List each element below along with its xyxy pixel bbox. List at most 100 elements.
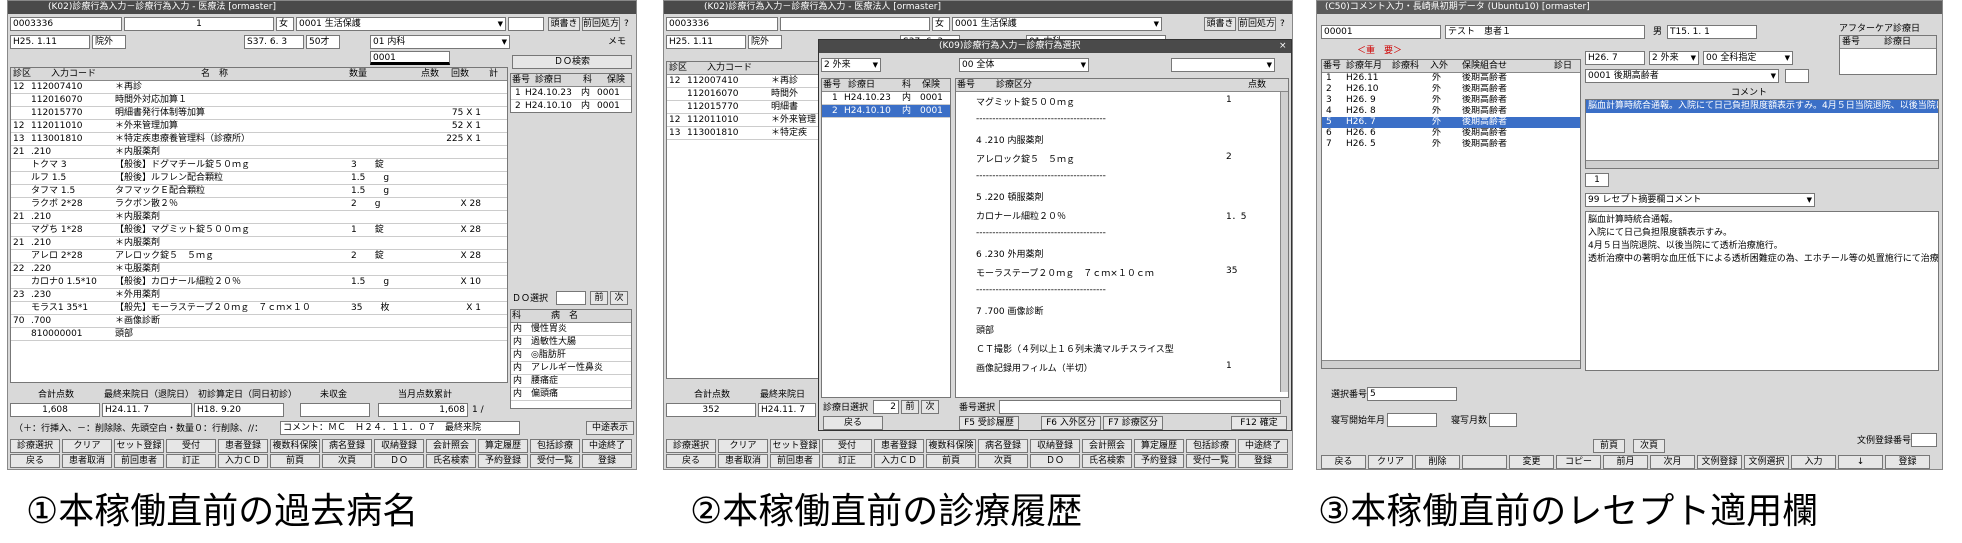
function-key-button[interactable]: 受付一覧: [1186, 454, 1236, 468]
table-row[interactable]: 22.220 ＊屯服薬剤: [11, 263, 507, 276]
insurance-extra-field[interactable]: [1785, 69, 1809, 83]
next-page-button[interactable]: 次頁: [1633, 439, 1665, 453]
prev-button[interactable]: 前: [590, 291, 608, 305]
f6-inout-button[interactable]: F6 入外区分: [1041, 416, 1101, 430]
inout-select[interactable]: 2 外来: [1649, 51, 1699, 65]
function-key-button[interactable]: 次月: [1650, 455, 1695, 469]
function-key-button[interactable]: クリア: [62, 439, 112, 453]
table-row[interactable]: 112016070 時間外: [667, 88, 825, 101]
function-key-button[interactable]: 複数科保険: [926, 439, 976, 453]
function-key-button[interactable]: 算定履歴: [1134, 439, 1184, 453]
function-key-button[interactable]: 予約登録: [478, 454, 528, 468]
function-key-button[interactable]: クリア: [718, 439, 768, 453]
insurance-select[interactable]: 0001 生活保護: [952, 17, 1162, 31]
help-icon[interactable]: ?: [624, 18, 629, 30]
midway-display-button[interactable]: 中途表示: [586, 421, 634, 435]
next-button[interactable]: 次: [610, 291, 628, 305]
function-key-button[interactable]: 患者取消: [718, 454, 768, 468]
inout-field[interactable]: 院外: [748, 35, 782, 49]
function-key-button[interactable]: 削除: [1415, 455, 1460, 469]
claim-row[interactable]: 7 H26. 5 外 後期高齢者: [1322, 139, 1580, 150]
function-key-button[interactable]: 文例登録: [1697, 455, 1742, 469]
patient-id-field[interactable]: 0003336: [666, 17, 778, 31]
help-icon[interactable]: ?: [1280, 18, 1285, 30]
claim-row[interactable]: 1 H26.11 外 後期高齢者: [1322, 73, 1580, 84]
function-key-button[interactable]: 病名登録: [978, 439, 1028, 453]
function-key-button[interactable]: 中途終了: [1238, 439, 1288, 453]
function-key-button[interactable]: 戻る: [10, 454, 60, 468]
function-key-button[interactable]: 予約登録: [1134, 454, 1184, 468]
claim-row[interactable]: 5 H26. 7 外 後期高齢者: [1322, 117, 1580, 128]
date-field[interactable]: H25. 1.11: [10, 35, 90, 49]
memo-label[interactable]: メモ: [608, 36, 626, 48]
table-row[interactable]: 21.210 ＊内服薬剤: [11, 237, 507, 250]
table-row[interactable]: ラクボ 2*28 ラクボン散２％ 2 gX 28: [11, 198, 507, 211]
horizontal-scrollbar[interactable]: [1322, 360, 1580, 368]
prev-prescription-button[interactable]: 前回処方: [1238, 17, 1276, 31]
function-key-button[interactable]: 登録: [1238, 454, 1288, 468]
dept-select[interactable]: 00 全科指定: [1703, 51, 1793, 65]
do-select-field[interactable]: [556, 291, 586, 305]
function-key-button[interactable]: 登録: [582, 454, 632, 468]
function-key-button[interactable]: 患者取消: [62, 454, 112, 468]
insurance-select[interactable]: 0001 生活保護: [296, 17, 506, 31]
function-key-button[interactable]: 次頁: [978, 454, 1028, 468]
function-key-button[interactable]: 訂正: [166, 454, 216, 468]
headwrite-button[interactable]: 頭書き: [1204, 17, 1236, 31]
function-key-button[interactable]: 病名登録: [322, 439, 372, 453]
function-key-button[interactable]: セット登録: [114, 439, 164, 453]
table-row[interactable]: 112015770 明細書: [667, 101, 825, 114]
function-key-button[interactable]: [1462, 455, 1507, 469]
table-row[interactable]: アレロ 2*28 アレロック錠５ ５ｍｇ 2 錠X 28: [11, 250, 507, 263]
close-icon[interactable]: ×: [1279, 40, 1287, 52]
visit-row[interactable]: 2 H24.10.10 内 0001: [822, 105, 950, 118]
table-row[interactable]: 21.210 ＊内服薬剤: [11, 146, 507, 159]
horizontal-scrollbar[interactable]: [1586, 160, 1938, 168]
function-key-button[interactable]: 診療選択: [10, 439, 60, 453]
function-key-button[interactable]: 受付: [822, 439, 872, 453]
table-row[interactable]: ルフ 1.5 【般後】ルフレン配合顆粒 1.5 g: [11, 172, 507, 185]
function-key-button[interactable]: ＤＯ: [374, 454, 424, 468]
table-row[interactable]: 12 112011010 ＊外来管理: [667, 114, 825, 127]
category-select[interactable]: 00 全体: [959, 58, 1089, 72]
function-key-button[interactable]: 前月: [1603, 455, 1648, 469]
function-key-button[interactable]: 前回患者: [114, 454, 164, 468]
claim-row[interactable]: 2 H26.10 外 後期高齢者: [1322, 84, 1580, 95]
scrollbar[interactable]: [1280, 92, 1288, 392]
function-key-button[interactable]: 会計照会: [1082, 439, 1132, 453]
function-key-button[interactable]: 受付: [166, 439, 216, 453]
table-row[interactable]: 12 112011010 ＊外来管理加算 52 X 1: [11, 120, 507, 133]
start-month-field[interactable]: [1387, 413, 1437, 427]
month-count-field[interactable]: [1489, 413, 1517, 427]
disease-row[interactable]: 内 ◎脂肪肝: [511, 349, 631, 362]
function-key-button[interactable]: 包括診療: [1186, 439, 1236, 453]
f12-confirm-button[interactable]: F12 確定: [1231, 416, 1287, 430]
function-key-button[interactable]: ↓: [1838, 455, 1883, 469]
patient-id-field[interactable]: 0003336: [10, 17, 122, 31]
back-button[interactable]: 戻る: [823, 416, 883, 430]
table-row[interactable]: 112016070 時間外対応加算１: [11, 94, 507, 107]
function-key-button[interactable]: 会計照会: [426, 439, 476, 453]
function-key-button[interactable]: 変更: [1509, 455, 1554, 469]
table-row[interactable]: 70.700 ＊画像診断: [11, 315, 507, 328]
table-row[interactable]: モラス1 35*1 【般先】モーラステープ２０ｍｇ ７ｃｍ×１０ 35 枚X 1: [11, 302, 507, 315]
function-key-button[interactable]: 次頁: [322, 454, 372, 468]
function-key-button[interactable]: 算定履歴: [478, 439, 528, 453]
comment-editor[interactable]: 脳血計算時統合通報。 入院にて日己負担限度額表示すみ。 4月５日当院退院、以後当院に…: [1585, 211, 1939, 371]
function-key-button[interactable]: 入力: [1791, 455, 1836, 469]
disease-row[interactable]: 内慢性胃炎: [511, 323, 631, 336]
comment-kind-select[interactable]: 99 レセプト摘要欄コメント: [1585, 193, 1815, 207]
line-number-field[interactable]: 1: [1585, 173, 1609, 187]
date-select-field[interactable]: 2: [873, 400, 899, 414]
dept-select[interactable]: 01 内科: [370, 35, 510, 49]
table-row[interactable]: 13 113001810 ＊特定疾患療養管理料（診療所） 225 X 1: [11, 133, 507, 146]
disease-row[interactable]: 内過敏性大腸: [511, 336, 631, 349]
prev-prescription-button[interactable]: 前回処方: [582, 17, 620, 31]
function-key-button[interactable]: 受付一覧: [530, 454, 580, 468]
function-key-button[interactable]: 前頁: [270, 454, 320, 468]
patient-no-field[interactable]: 1: [124, 17, 274, 31]
function-key-button[interactable]: セット登録: [770, 439, 820, 453]
table-row[interactable]: 12 112007410 ＊再診: [11, 81, 507, 94]
headwrite-button[interactable]: 頭書き: [548, 17, 580, 31]
table-row[interactable]: トクマ 3 【般後】ドグマチール錠５０ｍｇ 3 錠: [11, 159, 507, 172]
